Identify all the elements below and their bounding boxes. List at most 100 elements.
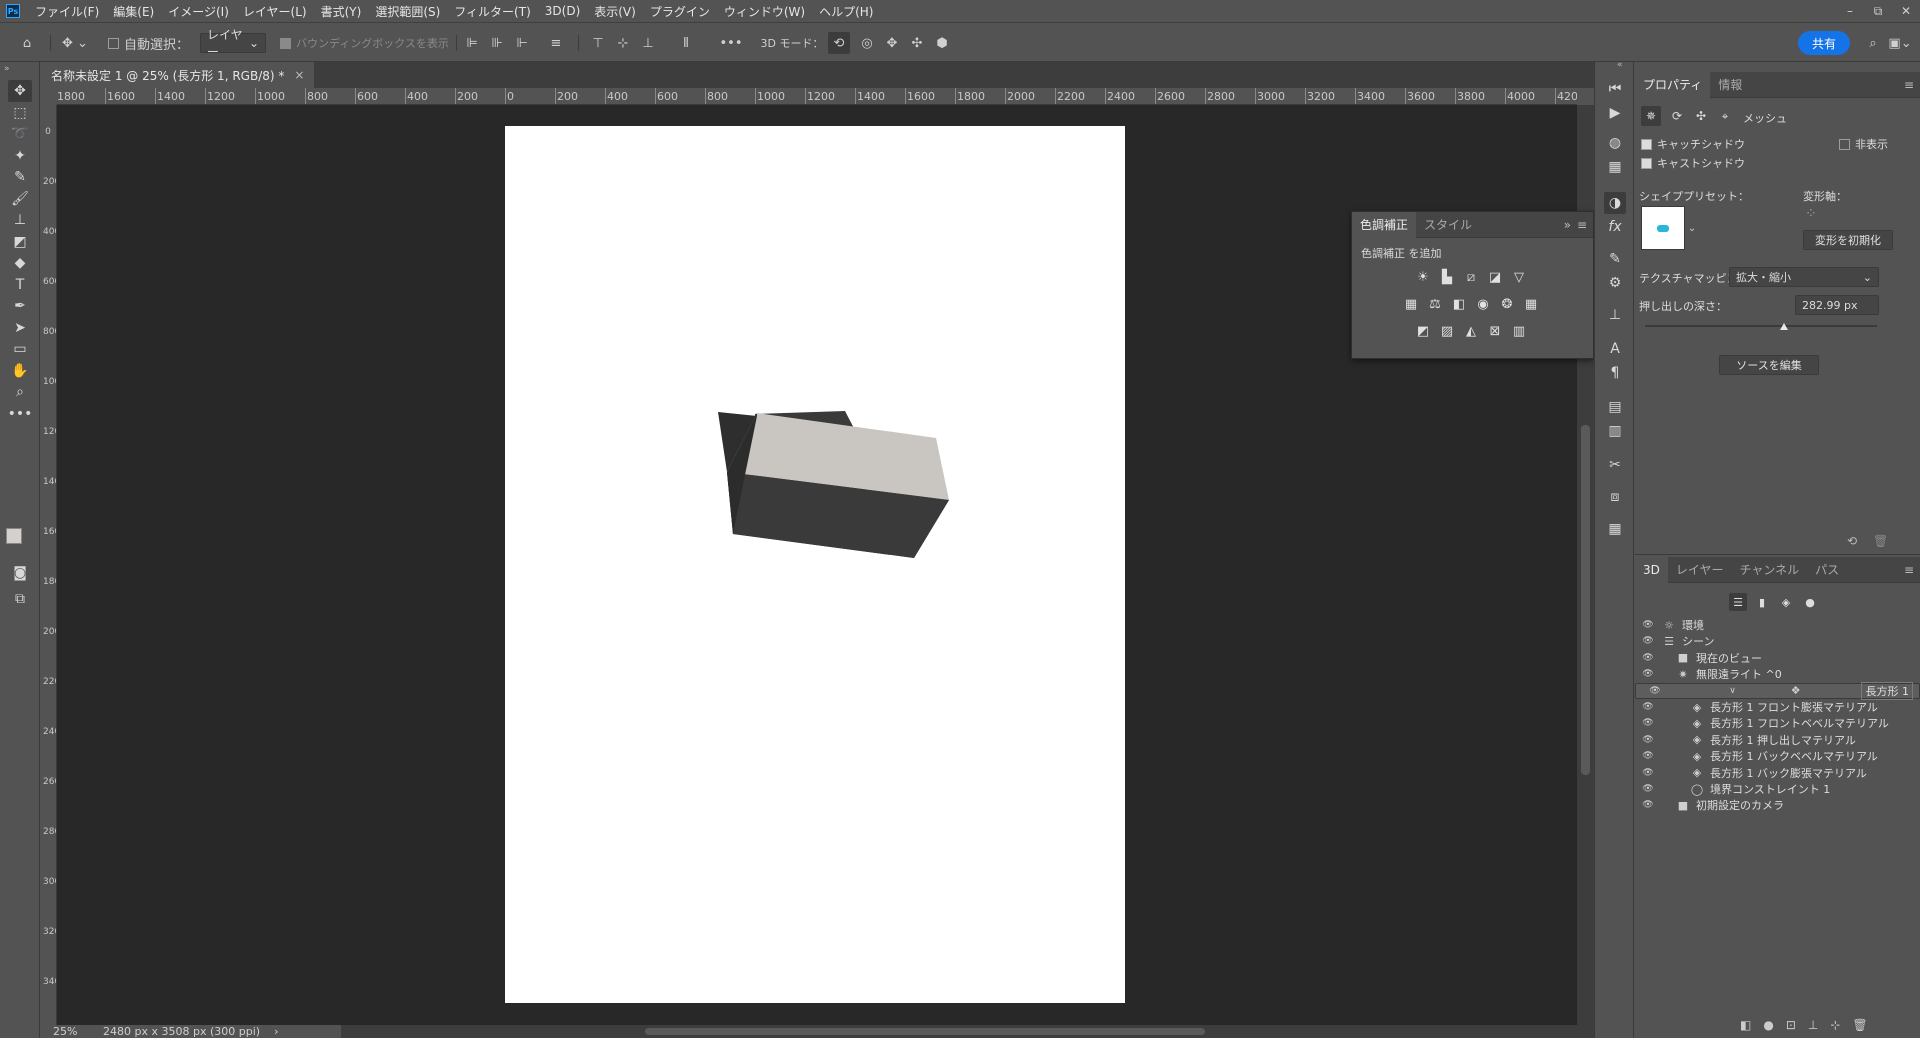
visibility-eye-icon[interactable]: 👁 <box>1640 800 1656 810</box>
channel-mixer-icon[interactable]: ❂ <box>1498 296 1516 312</box>
move-to-ground-icon[interactable]: ⊥ <box>1808 1018 1818 1032</box>
color-lookup-icon[interactable]: ▦ <box>1522 296 1540 312</box>
color-balance-icon[interactable]: ⚖ <box>1426 296 1444 312</box>
menu-select[interactable]: 選択範囲(S) <box>368 3 447 20</box>
posterize-icon[interactable]: ▨ <box>1438 323 1456 339</box>
screen-mode-icon[interactable]: ⧉ <box>8 588 32 610</box>
visibility-eye-icon[interactable]: 👁 <box>1640 784 1656 794</box>
properties-reset-icon[interactable]: ⟲ <box>1847 534 1857 548</box>
black-white-icon[interactable]: ◧ <box>1450 296 1468 312</box>
layer-row[interactable]: 👁 ◈ 長方形 1 フロントベベルマテリアル <box>1635 715 1920 731</box>
horizontal-scroll-thumb[interactable] <box>645 1028 1205 1035</box>
tab-adjustments[interactable]: 色調補正 <box>1352 211 1417 238</box>
foreground-color-swatch[interactable] <box>6 528 22 544</box>
exposure-icon[interactable]: ◪ <box>1486 269 1504 285</box>
3d-box-object[interactable] <box>505 126 1125 1003</box>
brush-settings-icon[interactable]: ✎ <box>1604 248 1626 270</box>
type-tool-icon[interactable]: T <box>8 274 32 296</box>
brush-tool-icon[interactable]: 🖌 <box>8 188 32 210</box>
mesh-filter-icon[interactable]: ▮ <box>1753 593 1771 611</box>
selective-color-icon[interactable]: ⊠ <box>1486 323 1504 339</box>
menu-filter[interactable]: フィルター(T) <box>447 3 537 20</box>
document-page[interactable] <box>505 126 1125 1003</box>
menu-file[interactable]: ファイル(F) <box>28 3 106 20</box>
brightness-icon[interactable]: ☀ <box>1414 269 1432 285</box>
tab-paths[interactable]: パス <box>1807 557 1847 583</box>
color-icon[interactable]: ◍ <box>1604 132 1626 154</box>
deform-tab-icon[interactable]: ⟳ <box>1667 106 1687 126</box>
move-tool-preset-icon[interactable]: ✥ ⌄ <box>58 32 92 54</box>
align-center-icon[interactable]: ⊪ <box>487 32 507 54</box>
gradient-map-icon[interactable]: ▥ <box>1510 323 1528 339</box>
texture-mapping-dropdown[interactable]: 拡大・縮小 ⌄ <box>1729 267 1879 287</box>
delete-icon[interactable]: 🗑 <box>1852 1018 1867 1032</box>
layer-row[interactable]: 👁 ∨ ❖ 長方形 1 <box>1635 681 1920 700</box>
tab-styles[interactable]: スタイル <box>1416 212 1480 238</box>
menu-type[interactable]: 書式(Y) <box>314 3 369 20</box>
chevron-right-icon[interactable]: › <box>274 1025 278 1038</box>
layer-row[interactable]: 👁 ◈ 長方形 1 押し出しマテリアル <box>1635 732 1920 748</box>
minimize-button[interactable]: – <box>1836 0 1864 22</box>
align-left-icon[interactable]: ⊫ <box>462 32 482 54</box>
tab-channels[interactable]: チャンネル <box>1732 557 1808 583</box>
eyedropper-tool-icon[interactable]: ✎ <box>8 166 32 188</box>
quick-mask-icon[interactable]: ◙ <box>8 562 32 584</box>
visibility-eye-icon[interactable]: 👁 <box>1640 768 1656 778</box>
visibility-eye-icon[interactable]: 👁 <box>1640 669 1656 679</box>
tools-dock-icon[interactable]: ✂ <box>1604 454 1626 476</box>
visibility-eye-icon[interactable]: 👁 <box>1647 686 1663 696</box>
vertical-scroll-thumb[interactable] <box>1581 425 1590 775</box>
panel-menu-icon[interactable]: ≡ <box>1904 563 1914 577</box>
tab-layers[interactable]: レイヤー <box>1668 557 1732 583</box>
catch-shadow-checkbox[interactable]: キャッチシャドウ <box>1641 136 1745 152</box>
cast-shadow-checkbox[interactable]: キャストシャドウ <box>1641 155 1745 171</box>
visibility-eye-icon[interactable]: 👁 <box>1640 718 1656 728</box>
add-light-icon[interactable]: ● <box>1763 1018 1773 1032</box>
extrusion-depth-slider[interactable] <box>1645 323 1877 330</box>
move-tool-icon[interactable]: ✥ <box>8 80 32 102</box>
panel-menu-icon[interactable]: ≡ <box>1904 78 1914 92</box>
adjustments-dock-icon[interactable]: ◑ <box>1604 192 1626 214</box>
align-bottom-icon[interactable]: ⊥ <box>638 32 658 54</box>
edit-source-button[interactable]: ソースを編集 <box>1719 355 1819 375</box>
visibility-eye-icon[interactable]: 👁 <box>1640 636 1656 646</box>
layer-row[interactable]: 👁 ◈ 長方形 1 フロント膨張マテリアル <box>1635 699 1920 715</box>
shape-preset-thumbnail[interactable] <box>1641 206 1685 250</box>
workspace-icon[interactable]: ▣⌄ <box>1886 32 1914 54</box>
search-icon[interactable]: ⌕ <box>1862 32 1884 54</box>
invert-icon[interactable]: ◩ <box>1414 323 1432 339</box>
slider-thumb-icon[interactable] <box>1780 323 1789 330</box>
tab-close-icon[interactable]: × <box>294 68 304 82</box>
layer-row[interactable]: 👁 ◯ 境界コンストレイント 1 <box>1635 781 1920 797</box>
align-middle-icon[interactable]: ⊹ <box>613 32 633 54</box>
paint-bucket-tool-icon[interactable]: ◆ <box>8 252 32 274</box>
layer-row[interactable]: 👁 ✷ 無限遠ライト ^0 <box>1635 666 1920 682</box>
panel-menu-icon[interactable]: ≡ <box>1577 218 1587 232</box>
horizontal-scrollbar[interactable] <box>300 1025 1594 1038</box>
tool-presets-icon[interactable]: ⚙ <box>1604 272 1626 294</box>
swatches-icon[interactable]: ▦ <box>1604 156 1626 178</box>
character-icon[interactable]: A <box>1604 338 1626 360</box>
bounding-box-checkbox[interactable]: バウンディングボックスを表示 <box>280 32 450 54</box>
collapse-icon[interactable]: » <box>4 64 10 74</box>
zoom-tool-icon[interactable]: ⌕ <box>8 381 32 403</box>
layer-row[interactable]: 👁 ■ 初期設定のカメラ <box>1635 797 1920 813</box>
clone-source-icon[interactable]: ⊥ <box>1604 304 1626 326</box>
mesh-tab-icon[interactable]: ✵ <box>1641 106 1661 126</box>
menu-edit[interactable]: 編集(E) <box>106 3 161 20</box>
marquee-tool-icon[interactable]: ⬚ <box>8 102 32 124</box>
visibility-eye-icon[interactable]: 👁 <box>1640 653 1656 663</box>
auto-select-dropdown[interactable]: レイヤー ⌄ <box>200 28 266 59</box>
drag-3d-icon[interactable]: ✥ <box>881 32 903 54</box>
layer-row[interactable]: 👁 ◈ 長方形 1 バックベベルマテリアル <box>1635 748 1920 764</box>
render-icon[interactable]: ◧ <box>1740 1018 1751 1032</box>
whole-scene-filter-icon[interactable]: ☰ <box>1729 593 1747 611</box>
visibility-eye-icon[interactable]: 👁 <box>1640 751 1656 761</box>
more-tools-icon[interactable]: ••• <box>8 403 33 425</box>
properties-trash-icon[interactable]: 🗑 <box>1873 534 1888 548</box>
zoom-level[interactable]: 25% <box>53 1025 97 1038</box>
magic-wand-tool-icon[interactable]: ✦ <box>8 145 32 167</box>
orbit-3d-icon[interactable]: ⟲ <box>828 32 850 54</box>
notes-icon[interactable]: ▥ <box>1604 420 1626 442</box>
document-tab[interactable]: 名称未設定 1 @ 25% (長方形 1, RGB/8) * × <box>41 62 315 88</box>
